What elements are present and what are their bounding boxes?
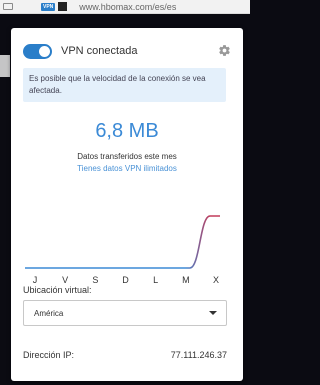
extension-icon[interactable] — [58, 2, 68, 11]
chart-day-label: J — [32, 275, 38, 285]
data-plan-text[interactable]: Tienes datos VPN ilimitados — [11, 164, 243, 173]
chart-day-label: S — [92, 275, 99, 285]
popup-header: VPN conectada — [23, 41, 231, 61]
toggle-knob — [39, 45, 50, 57]
usage-series-line — [25, 215, 220, 269]
gear-icon[interactable] — [218, 44, 231, 57]
vpn-popup: VPN conectada Es posible que la velocida… — [11, 28, 243, 381]
vpn-toggle[interactable] — [23, 43, 52, 59]
data-transferred-value: 6,8 MB — [95, 120, 159, 142]
vpn-badge[interactable]: VPN — [41, 2, 56, 11]
chart-day-label: X — [212, 275, 219, 285]
chart-day-label: D — [122, 275, 129, 285]
usage-chart: JVSDLMX — [11, 178, 243, 288]
usage-chart-svg — [25, 215, 220, 269]
ip-address-value: 77.111.246.37 — [170, 350, 227, 360]
tab-icon[interactable] — [3, 3, 13, 10]
background-panel — [0, 55, 10, 77]
chart-day-label: V — [62, 275, 69, 285]
chart-day-label: M — [182, 275, 190, 285]
chart-day-label: L — [153, 275, 159, 285]
data-transferred-label: Datos transferidos este mes — [77, 152, 177, 161]
browser-toolbar: VPN www.hbomax.com/es/es — [0, 0, 250, 14]
location-select[interactable]: América — [23, 300, 227, 326]
speed-notice: Es posible que la velocidad de la conexi… — [23, 68, 226, 102]
ip-address-label: Dirección IP: — [23, 350, 75, 360]
virtual-location-label: Ubicación virtual: — [23, 285, 92, 295]
address-bar[interactable]: www.hbomax.com/es/es — [79, 2, 176, 12]
location-select-value: América — [34, 308, 64, 318]
chevron-down-icon — [209, 311, 217, 315]
vpn-status-label: VPN conectada — [61, 45, 138, 57]
